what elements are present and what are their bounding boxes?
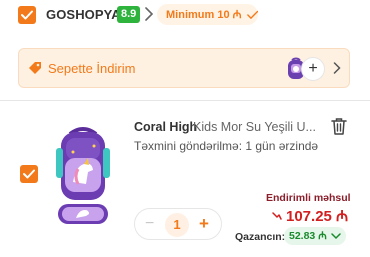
quantity-stepper[interactable]: − 1 +	[134, 208, 222, 240]
decrease-quantity-button[interactable]: −	[145, 215, 154, 233]
discount-banner-label: Sepette İndirim	[48, 61, 136, 76]
seller-name[interactable]: GOSHOPYA	[46, 7, 121, 22]
product-brand[interactable]: Coral High	[134, 120, 197, 134]
increase-quantity-button[interactable]: +	[199, 214, 209, 234]
product-name[interactable]: Kids Mor Su Yeşili U...	[193, 120, 323, 134]
minimum-order-text: Minimum 10 ₼	[166, 9, 242, 21]
savings-value: 52.83 ₼	[289, 230, 327, 242]
price-row: 107.25 ₼	[272, 206, 348, 226]
product-image[interactable]	[48, 124, 118, 228]
quantity-value: 1	[165, 213, 189, 237]
check-icon	[246, 10, 258, 19]
section-divider	[0, 100, 370, 101]
savings-badge[interactable]: 52.83 ₼	[284, 227, 346, 245]
chevron-down-icon	[330, 232, 341, 239]
product-checkbox-icon[interactable]	[20, 165, 38, 183]
plus-icon[interactable]: +	[301, 57, 325, 81]
savings-label: Qazancın:	[235, 231, 286, 243]
chevron-right-icon[interactable]	[333, 62, 341, 74]
tag-icon	[29, 62, 41, 74]
trash-icon[interactable]	[331, 117, 347, 135]
product-price: 107.25 ₼	[286, 208, 349, 225]
seller-row: GOSHOPYA 8.9 Minimum 10 ₼	[0, 0, 370, 30]
delivery-estimate: Təxmini göndərilmə: 1 gün ərzində	[134, 139, 319, 153]
discounted-product-label: Endirimli məhsul	[266, 192, 351, 204]
minimum-order-badge: Minimum 10 ₼	[157, 4, 258, 25]
seller-rating-badge: 8.9	[117, 6, 141, 23]
chevron-right-icon[interactable]	[144, 7, 154, 21]
seller-checkbox-icon[interactable]	[18, 6, 36, 24]
down-arrow-icon	[272, 212, 282, 220]
cart-discount-banner[interactable]: Sepette İndirim +	[18, 48, 350, 88]
